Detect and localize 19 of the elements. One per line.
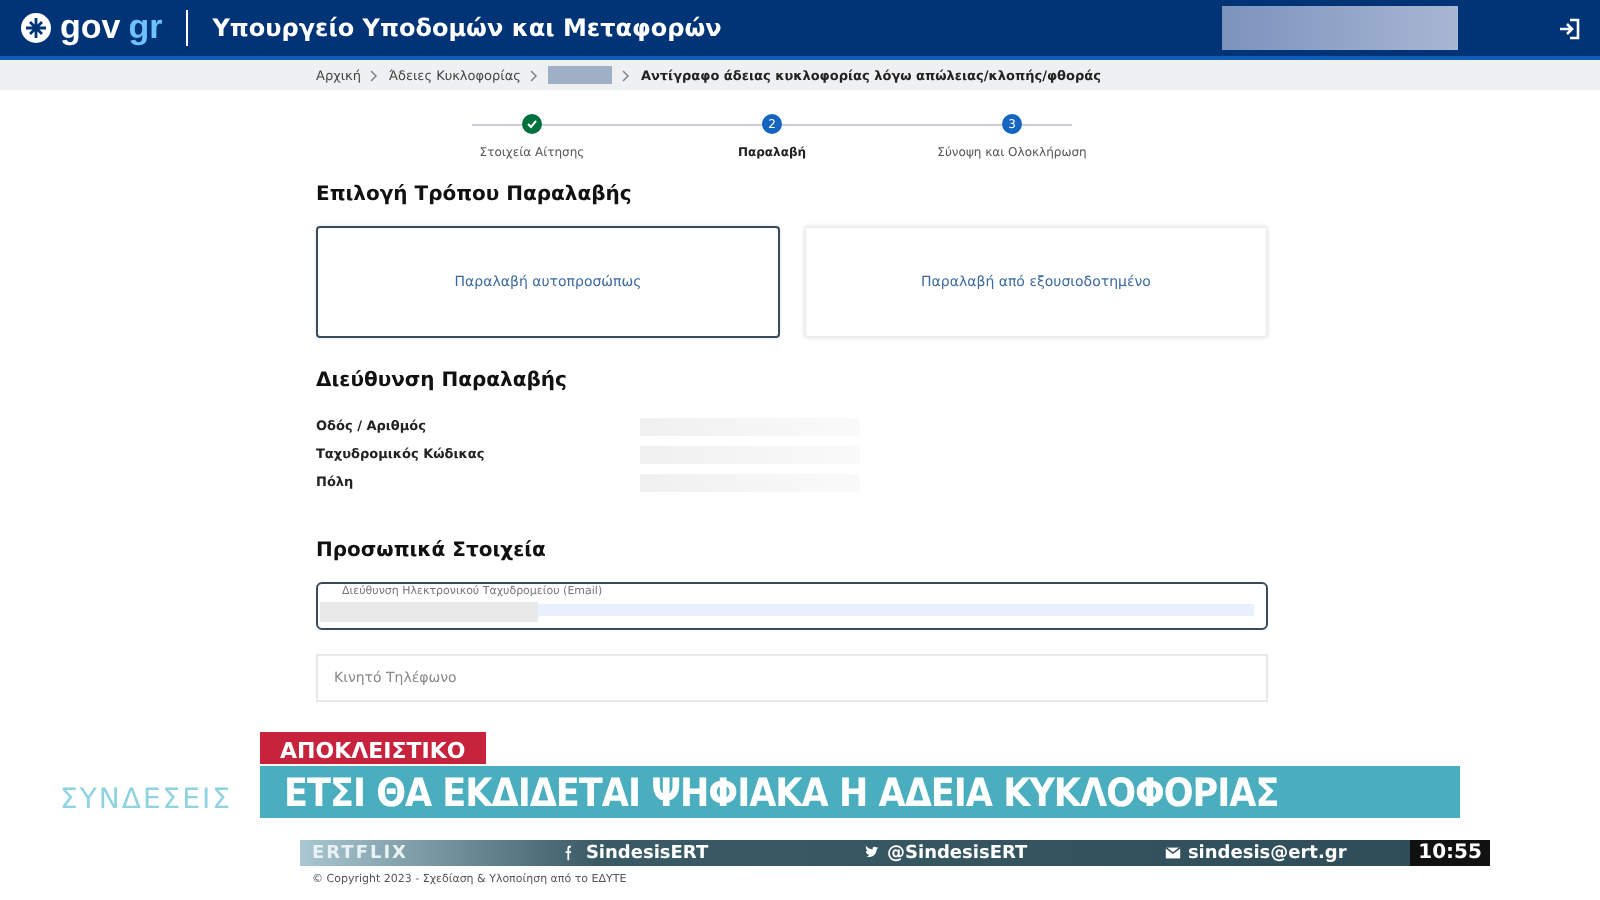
mail-icon: [1163, 844, 1182, 862]
ertflix-logo: ERTFLIX: [310, 843, 410, 863]
chevron-icon: [622, 69, 631, 81]
ministry-title: Υπουργείο Υποδομών και Μεταφορών: [212, 14, 722, 42]
contact-text: sindesis@ert.gr: [1187, 843, 1347, 863]
section-title: Διεύθυνση Παραλαβής: [316, 370, 569, 392]
contact-text: @SindesisERT: [887, 843, 1028, 863]
contact-text: SindesisERT: [585, 843, 709, 863]
chevron-icon: [370, 69, 379, 81]
redacted-block: [548, 66, 613, 84]
twitter-icon: [863, 844, 881, 862]
govgr-logo[interactable]: gov gr: [20, 8, 163, 48]
section-title: Επιλογή Τρόπου Παραλαβής: [316, 184, 634, 206]
logout-icon[interactable]: [1558, 17, 1580, 39]
news-headline: ΕΤΣΙ ΘΑ ΕΚΔΙΔΕΤΑΙ ΨΗΦΙΑΚΑ Η ΑΔΕΙΑ ΚΥΚΛΟΦΟΡΙΑΣ: [260, 764, 1460, 818]
clock-text: 10:55: [1410, 840, 1490, 866]
section-title: Προσωπικά Στοιχεία: [316, 540, 548, 562]
show-logo: ΣΥΝΔΕΣΕΙΣ: [60, 784, 232, 816]
chevron-icon: [530, 69, 539, 81]
